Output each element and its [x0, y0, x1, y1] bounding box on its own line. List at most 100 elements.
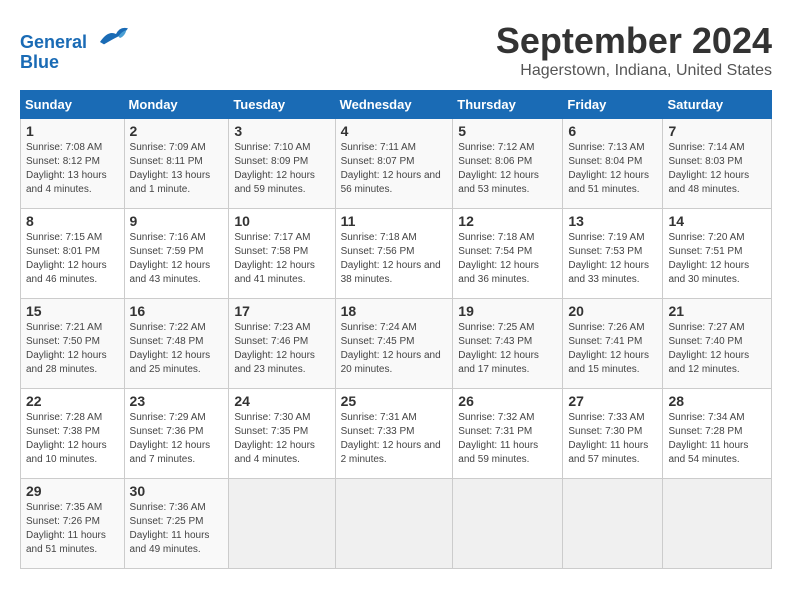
day-info: Sunrise: 7:15 AMSunset: 8:01 PMDaylight:… — [26, 231, 119, 287]
day-info: Sunrise: 7:34 AMSunset: 7:28 PMDaylight:… — [668, 411, 766, 467]
header-monday: Monday — [124, 91, 229, 119]
logo: General Blue — [20, 20, 128, 73]
day-number: 9 — [130, 213, 224, 229]
header-sunday: Sunday — [21, 91, 125, 119]
calendar-cell: 18 Sunrise: 7:24 AMSunset: 7:45 PMDaylig… — [335, 299, 453, 389]
day-info: Sunrise: 7:26 AMSunset: 7:41 PMDaylight:… — [568, 321, 657, 377]
day-number: 22 — [26, 393, 119, 409]
day-info: Sunrise: 7:09 AMSunset: 8:11 PMDaylight:… — [130, 141, 224, 197]
calendar-cell: 16 Sunrise: 7:22 AMSunset: 7:48 PMDaylig… — [124, 299, 229, 389]
calendar-header-row: SundayMondayTuesdayWednesdayThursdayFrid… — [21, 91, 772, 119]
day-number: 13 — [568, 213, 657, 229]
calendar-cell: 10 Sunrise: 7:17 AMSunset: 7:58 PMDaylig… — [229, 209, 335, 299]
calendar-week-row: 8 Sunrise: 7:15 AMSunset: 8:01 PMDayligh… — [21, 209, 772, 299]
day-number: 23 — [130, 393, 224, 409]
header-friday: Friday — [563, 91, 663, 119]
calendar-cell — [229, 479, 335, 569]
day-number: 17 — [234, 303, 329, 319]
day-number: 3 — [234, 123, 329, 139]
day-number: 28 — [668, 393, 766, 409]
day-number: 25 — [341, 393, 448, 409]
header-saturday: Saturday — [663, 91, 772, 119]
day-number: 5 — [458, 123, 557, 139]
calendar-week-row: 22 Sunrise: 7:28 AMSunset: 7:38 PMDaylig… — [21, 389, 772, 479]
day-info: Sunrise: 7:20 AMSunset: 7:51 PMDaylight:… — [668, 231, 766, 287]
day-number: 29 — [26, 483, 119, 499]
calendar-cell: 30 Sunrise: 7:36 AMSunset: 7:25 PMDaylig… — [124, 479, 229, 569]
day-number: 14 — [668, 213, 766, 229]
logo-blue: Blue — [20, 52, 59, 72]
calendar-cell — [563, 479, 663, 569]
day-info: Sunrise: 7:30 AMSunset: 7:35 PMDaylight:… — [234, 411, 329, 467]
day-number: 11 — [341, 213, 448, 229]
day-info: Sunrise: 7:25 AMSunset: 7:43 PMDaylight:… — [458, 321, 557, 377]
calendar-cell: 9 Sunrise: 7:16 AMSunset: 7:59 PMDayligh… — [124, 209, 229, 299]
calendar-cell: 8 Sunrise: 7:15 AMSunset: 8:01 PMDayligh… — [21, 209, 125, 299]
calendar-cell: 5 Sunrise: 7:12 AMSunset: 8:06 PMDayligh… — [453, 119, 563, 209]
day-info: Sunrise: 7:19 AMSunset: 7:53 PMDaylight:… — [568, 231, 657, 287]
calendar-cell: 11 Sunrise: 7:18 AMSunset: 7:56 PMDaylig… — [335, 209, 453, 299]
day-info: Sunrise: 7:17 AMSunset: 7:58 PMDaylight:… — [234, 231, 329, 287]
day-info: Sunrise: 7:31 AMSunset: 7:33 PMDaylight:… — [341, 411, 448, 467]
page-header: General Blue September 2024 Hagerstown, … — [20, 20, 772, 80]
day-number: 7 — [668, 123, 766, 139]
day-number: 15 — [26, 303, 119, 319]
day-info: Sunrise: 7:18 AMSunset: 7:54 PMDaylight:… — [458, 231, 557, 287]
calendar-cell: 23 Sunrise: 7:29 AMSunset: 7:36 PMDaylig… — [124, 389, 229, 479]
day-number: 8 — [26, 213, 119, 229]
day-info: Sunrise: 7:18 AMSunset: 7:56 PMDaylight:… — [341, 231, 448, 287]
day-number: 27 — [568, 393, 657, 409]
day-info: Sunrise: 7:22 AMSunset: 7:48 PMDaylight:… — [130, 321, 224, 377]
header-wednesday: Wednesday — [335, 91, 453, 119]
day-info: Sunrise: 7:33 AMSunset: 7:30 PMDaylight:… — [568, 411, 657, 467]
day-number: 20 — [568, 303, 657, 319]
day-number: 24 — [234, 393, 329, 409]
calendar-cell: 27 Sunrise: 7:33 AMSunset: 7:30 PMDaylig… — [563, 389, 663, 479]
logo-general: General — [20, 32, 87, 52]
calendar-week-row: 15 Sunrise: 7:21 AMSunset: 7:50 PMDaylig… — [21, 299, 772, 389]
calendar-cell: 25 Sunrise: 7:31 AMSunset: 7:33 PMDaylig… — [335, 389, 453, 479]
header-thursday: Thursday — [453, 91, 563, 119]
day-number: 30 — [130, 483, 224, 499]
day-info: Sunrise: 7:12 AMSunset: 8:06 PMDaylight:… — [458, 141, 557, 197]
day-number: 2 — [130, 123, 224, 139]
calendar-cell: 24 Sunrise: 7:30 AMSunset: 7:35 PMDaylig… — [229, 389, 335, 479]
day-info: Sunrise: 7:14 AMSunset: 8:03 PMDaylight:… — [668, 141, 766, 197]
location-title: Hagerstown, Indiana, United States — [496, 62, 772, 80]
calendar-cell: 6 Sunrise: 7:13 AMSunset: 8:04 PMDayligh… — [563, 119, 663, 209]
calendar-cell: 12 Sunrise: 7:18 AMSunset: 7:54 PMDaylig… — [453, 209, 563, 299]
calendar-cell: 28 Sunrise: 7:34 AMSunset: 7:28 PMDaylig… — [663, 389, 772, 479]
calendar-cell: 4 Sunrise: 7:11 AMSunset: 8:07 PMDayligh… — [335, 119, 453, 209]
day-info: Sunrise: 7:29 AMSunset: 7:36 PMDaylight:… — [130, 411, 224, 467]
calendar-cell: 15 Sunrise: 7:21 AMSunset: 7:50 PMDaylig… — [21, 299, 125, 389]
day-info: Sunrise: 7:08 AMSunset: 8:12 PMDaylight:… — [26, 141, 119, 197]
calendar-cell: 1 Sunrise: 7:08 AMSunset: 8:12 PMDayligh… — [21, 119, 125, 209]
day-info: Sunrise: 7:13 AMSunset: 8:04 PMDaylight:… — [568, 141, 657, 197]
day-number: 4 — [341, 123, 448, 139]
day-number: 19 — [458, 303, 557, 319]
calendar-cell: 2 Sunrise: 7:09 AMSunset: 8:11 PMDayligh… — [124, 119, 229, 209]
calendar-cell: 14 Sunrise: 7:20 AMSunset: 7:51 PMDaylig… — [663, 209, 772, 299]
day-info: Sunrise: 7:28 AMSunset: 7:38 PMDaylight:… — [26, 411, 119, 467]
calendar-cell: 19 Sunrise: 7:25 AMSunset: 7:43 PMDaylig… — [453, 299, 563, 389]
calendar-cell: 13 Sunrise: 7:19 AMSunset: 7:53 PMDaylig… — [563, 209, 663, 299]
calendar-week-row: 1 Sunrise: 7:08 AMSunset: 8:12 PMDayligh… — [21, 119, 772, 209]
calendar-cell: 29 Sunrise: 7:35 AMSunset: 7:26 PMDaylig… — [21, 479, 125, 569]
day-info: Sunrise: 7:11 AMSunset: 8:07 PMDaylight:… — [341, 141, 448, 197]
logo-bird-icon — [96, 20, 128, 48]
day-number: 16 — [130, 303, 224, 319]
month-title: September 2024 — [496, 20, 772, 62]
calendar-cell: 21 Sunrise: 7:27 AMSunset: 7:40 PMDaylig… — [663, 299, 772, 389]
calendar-cell — [663, 479, 772, 569]
calendar-table: SundayMondayTuesdayWednesdayThursdayFrid… — [20, 90, 772, 569]
day-number: 21 — [668, 303, 766, 319]
calendar-cell: 3 Sunrise: 7:10 AMSunset: 8:09 PMDayligh… — [229, 119, 335, 209]
calendar-cell: 17 Sunrise: 7:23 AMSunset: 7:46 PMDaylig… — [229, 299, 335, 389]
day-number: 26 — [458, 393, 557, 409]
calendar-cell: 7 Sunrise: 7:14 AMSunset: 8:03 PMDayligh… — [663, 119, 772, 209]
calendar-cell — [335, 479, 453, 569]
day-info: Sunrise: 7:16 AMSunset: 7:59 PMDaylight:… — [130, 231, 224, 287]
day-info: Sunrise: 7:35 AMSunset: 7:26 PMDaylight:… — [26, 501, 119, 557]
day-info: Sunrise: 7:23 AMSunset: 7:46 PMDaylight:… — [234, 321, 329, 377]
day-info: Sunrise: 7:24 AMSunset: 7:45 PMDaylight:… — [341, 321, 448, 377]
